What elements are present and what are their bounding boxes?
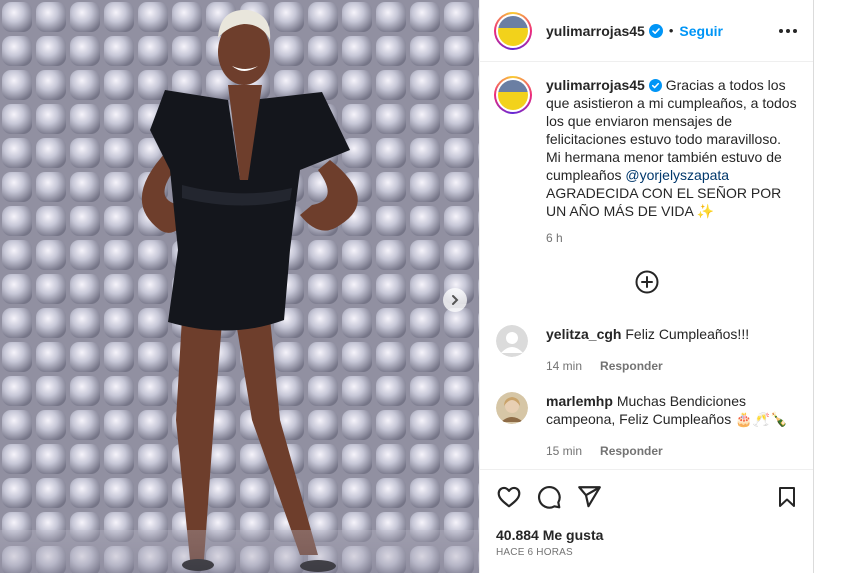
post-details-panel: yulimarrojas45 • Seguir yulimarrojas45 G… [479, 0, 815, 573]
caption: yulimarrojas45 Gracias a todos los que a… [494, 76, 804, 247]
bookmark-icon[interactable] [775, 484, 799, 510]
verified-badge-icon [648, 23, 663, 38]
reply-button[interactable]: Responder [600, 357, 663, 375]
author-username[interactable]: yulimarrojas45 [546, 23, 645, 39]
like-count[interactable]: 40.884 Me gusta [496, 527, 603, 543]
comment-icon[interactable] [536, 484, 562, 510]
caption-timestamp: 6 h [546, 231, 563, 245]
caption-avatar[interactable] [494, 76, 532, 114]
comment-time: 15 min [546, 444, 583, 458]
avatar-image [498, 15, 528, 46]
verified-badge-icon [648, 79, 662, 92]
comment-username[interactable]: yelitza_cgh [546, 326, 621, 342]
commenter-avatar[interactable] [496, 325, 528, 357]
comment-username[interactable]: marlemhp [546, 393, 613, 409]
action-bar: 40.884 Me gusta HACE 6 HORAS [480, 469, 815, 558]
comment-text: Feliz Cumpleaños!!! [625, 326, 750, 342]
post-age: HACE 6 HORAS [496, 547, 573, 558]
follow-button[interactable]: Seguir [679, 23, 723, 39]
caption-mention-link[interactable]: @yorjelyszapata [625, 167, 729, 183]
page-background [814, 0, 853, 573]
comment-time: 14 min [546, 359, 583, 373]
post-photo[interactable] [0, 0, 479, 573]
caption-text-end: AGRADECIDA CON EL SEÑOR POR UN AÑO MÁS D… [546, 185, 782, 219]
default-avatar-icon [496, 325, 528, 357]
heart-icon[interactable] [496, 484, 522, 510]
author-avatar[interactable] [494, 11, 532, 50]
paper-plane-icon[interactable] [576, 484, 602, 510]
avatar-photo [496, 392, 528, 424]
avatar-image [498, 80, 528, 110]
comment-item: marlemhp Muchas Bendiciones campeona, Fe… [496, 392, 796, 460]
next-image-button[interactable] [443, 288, 467, 312]
post-header: yulimarrojas45 • Seguir [480, 0, 815, 62]
commenter-avatar[interactable] [496, 392, 528, 424]
reply-button[interactable]: Responder [600, 442, 663, 460]
more-options-icon[interactable] [775, 25, 801, 37]
add-circle-icon[interactable] [635, 270, 659, 294]
post-image [0, 0, 479, 573]
caption-username[interactable]: yulimarrojas45 [546, 77, 645, 93]
comment-item: yelitza_cgh Feliz Cumpleaños!!! 14 min R… [496, 325, 796, 375]
chevron-right-icon [452, 295, 459, 305]
separator-dot: • [668, 23, 674, 38]
